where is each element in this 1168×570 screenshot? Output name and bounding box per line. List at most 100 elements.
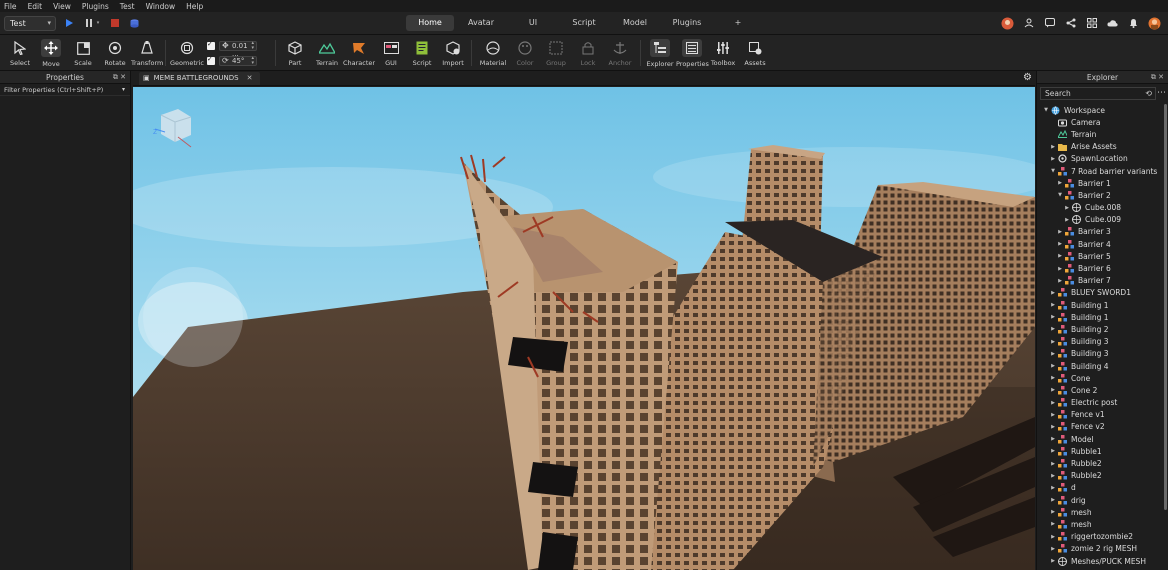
import-button[interactable]: Import: [437, 38, 469, 70]
collaborators-button[interactable]: [1021, 15, 1036, 31]
user-avatar-button[interactable]: [1000, 15, 1015, 31]
collapsed-arrow-icon[interactable]: ▶: [1050, 326, 1056, 332]
character-button[interactable]: Character: [342, 38, 376, 70]
tree-item[interactable]: ▶ Rubble2: [1037, 470, 1163, 482]
stop-button[interactable]: [110, 17, 120, 29]
collapsed-arrow-icon[interactable]: ▶: [1050, 412, 1056, 418]
tree-item[interactable]: ▼ Workspace: [1037, 104, 1163, 116]
tree-item[interactable]: ▶ Arise Assets: [1037, 141, 1163, 153]
move-snap-checkbox[interactable]: [207, 40, 215, 50]
tree-item[interactable]: ▶ riggertozombie2: [1037, 531, 1163, 543]
move-tool-button[interactable]: Move: [35, 38, 67, 70]
cloud-button[interactable]: [1105, 15, 1120, 31]
menu-window[interactable]: Window: [146, 2, 176, 11]
close-tab-icon[interactable]: ✕: [247, 72, 253, 85]
move-snap-input[interactable]: ✥ 0.01 ... ▴ ▾: [219, 40, 257, 58]
collapsed-arrow-icon[interactable]: ▶: [1050, 558, 1056, 564]
tree-item[interactable]: ▶ Barrier 1: [1037, 177, 1163, 189]
terrain-button[interactable]: Terrain: [311, 38, 343, 70]
menu-test[interactable]: Test: [120, 2, 135, 11]
collapsed-arrow-icon[interactable]: ▶: [1057, 253, 1063, 259]
rotate-snap-checkbox[interactable]: [207, 55, 215, 65]
tab-model[interactable]: Model: [610, 15, 660, 31]
tree-item[interactable]: ▶ Rubble1: [1037, 445, 1163, 457]
tree-item[interactable]: ▶ Cube.008: [1037, 202, 1163, 214]
collapsed-arrow-icon[interactable]: ▶: [1050, 400, 1056, 406]
menu-plugins[interactable]: Plugins: [82, 2, 109, 11]
scale-tool-button[interactable]: Scale: [67, 38, 99, 70]
menu-file[interactable]: File: [4, 2, 17, 11]
profile-avatar-button[interactable]: [1147, 15, 1162, 31]
collapsed-arrow-icon[interactable]: ▶: [1050, 302, 1056, 308]
tab-ui[interactable]: UI: [508, 15, 558, 31]
collapsed-arrow-icon[interactable]: ▶: [1064, 217, 1070, 223]
tab-script[interactable]: Script: [558, 15, 610, 31]
3d-viewport[interactable]: Z: [133, 87, 1035, 570]
collapsed-arrow-icon[interactable]: ▶: [1050, 509, 1056, 515]
close-icon[interactable]: ✕: [1158, 73, 1164, 81]
rotate-tool-button[interactable]: Rotate: [99, 38, 131, 70]
pause-button[interactable]: [84, 17, 94, 29]
properties-toggle-button[interactable]: Properties: [676, 38, 709, 70]
tree-item[interactable]: ▶ Electric post: [1037, 397, 1163, 409]
collapsed-arrow-icon[interactable]: ▶: [1057, 266, 1063, 272]
tree-item[interactable]: ▶ drig: [1037, 494, 1163, 506]
collapsed-arrow-icon[interactable]: ▶: [1064, 205, 1070, 211]
select-tool-button[interactable]: Select: [4, 38, 36, 70]
collapsed-arrow-icon[interactable]: ▶: [1050, 290, 1056, 296]
float-panel-icon[interactable]: ⧉: [113, 73, 118, 81]
tree-item[interactable]: ▼ Barrier 2: [1037, 189, 1163, 201]
collapsed-arrow-icon[interactable]: ▶: [1050, 314, 1056, 320]
collapsed-arrow-icon[interactable]: ▶: [1050, 521, 1056, 527]
document-tab[interactable]: ▣ MEME BATTLEGROUNDS ✕: [139, 72, 261, 85]
collapsed-arrow-icon[interactable]: ▶: [1050, 485, 1056, 491]
lock-button[interactable]: Lock: [572, 38, 604, 70]
color-button[interactable]: Color: [509, 38, 541, 70]
tab-avatar[interactable]: Avatar: [454, 15, 508, 31]
tree-item[interactable]: ▶ Building 2: [1037, 323, 1163, 335]
part-button[interactable]: Part: [279, 38, 311, 70]
tree-item[interactable]: ▶ Barrier 7: [1037, 275, 1163, 287]
tree-item[interactable]: ▶ Building 4: [1037, 360, 1163, 372]
chevron-down-icon[interactable]: ▾: [122, 84, 125, 96]
collapsed-arrow-icon[interactable]: ▶: [1050, 351, 1056, 357]
mode-select[interactable]: Test ▾: [4, 16, 56, 31]
tree-item[interactable]: ▶ Fence v2: [1037, 421, 1163, 433]
collapsed-arrow-icon[interactable]: ▶: [1050, 156, 1056, 162]
collapsed-arrow-icon[interactable]: ▶: [1050, 448, 1056, 454]
tree-item[interactable]: Terrain: [1037, 128, 1163, 140]
rotate-snap-input[interactable]: ⟳ 45° ▴ ▾: [219, 55, 257, 66]
collapsed-arrow-icon[interactable]: ▶: [1050, 534, 1056, 540]
anchor-button[interactable]: Anchor: [604, 38, 636, 70]
tree-item[interactable]: ▶ zomie 2 rig MESH: [1037, 543, 1163, 555]
collapsed-arrow-icon[interactable]: ▶: [1050, 144, 1056, 150]
collapsed-arrow-icon[interactable]: ▶: [1050, 497, 1056, 503]
tree-item[interactable]: ▶ Fence v1: [1037, 409, 1163, 421]
gui-button[interactable]: GUI: [375, 38, 407, 70]
collapsed-arrow-icon[interactable]: ▶: [1050, 375, 1056, 381]
pause-options-chevron-icon[interactable]: ▾: [95, 17, 101, 29]
more-options-icon[interactable]: ⋯: [1157, 88, 1166, 98]
server-button[interactable]: [129, 17, 139, 29]
tree-item[interactable]: ▶ Barrier 4: [1037, 238, 1163, 250]
float-panel-icon[interactable]: ⧉: [1151, 73, 1156, 81]
tree-item[interactable]: ▶ Building 3: [1037, 336, 1163, 348]
tree-item[interactable]: ▶ Barrier 3: [1037, 226, 1163, 238]
tree-item[interactable]: ▶ mesh: [1037, 506, 1163, 518]
tree-item[interactable]: ▶ BLUEY SWORD1: [1037, 287, 1163, 299]
group-button[interactable]: Group: [540, 38, 572, 70]
tab-plugins[interactable]: Plugins: [660, 15, 714, 31]
tree-item[interactable]: ▶ Barrier 6: [1037, 262, 1163, 274]
collapsed-arrow-icon[interactable]: ▶: [1057, 278, 1063, 284]
viewport-settings-gear-icon[interactable]: ⚙: [1023, 72, 1032, 83]
explorer-scrollbar[interactable]: [1164, 104, 1167, 510]
share-button[interactable]: [1063, 15, 1078, 31]
properties-filter-input[interactable]: Filter Properties (Ctrl+Shift+P) ▾: [0, 84, 130, 96]
menu-view[interactable]: View: [53, 2, 71, 11]
tab-home[interactable]: Home: [406, 15, 454, 31]
expanded-arrow-icon[interactable]: ▼: [1050, 168, 1056, 174]
tree-item[interactable]: ▶ d: [1037, 482, 1163, 494]
geometric-mode-button[interactable]: Geometric: [169, 38, 205, 70]
collapsed-arrow-icon[interactable]: ▶: [1050, 546, 1056, 552]
collapsed-arrow-icon[interactable]: ▶: [1057, 229, 1063, 235]
